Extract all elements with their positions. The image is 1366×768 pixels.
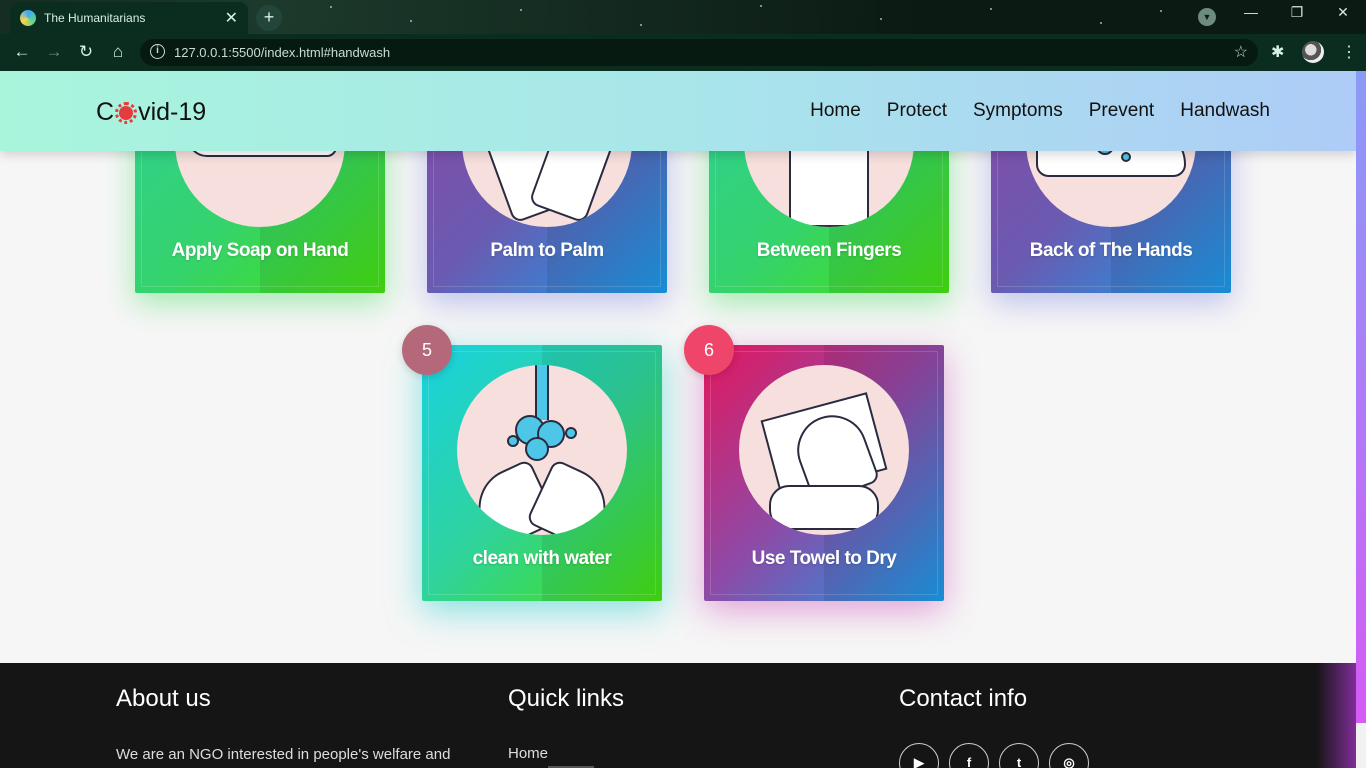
footer-about: About us We are an NGO interested in peo… xyxy=(116,685,456,765)
handwash-step-card: Use Towel to Dry xyxy=(704,345,944,601)
step-label: Apply Soap on Hand xyxy=(171,240,349,261)
twitter-icon[interactable]: t xyxy=(999,743,1039,768)
logo-suffix: vid-19 xyxy=(138,98,207,126)
browser-tab[interactable]: The Humanitarians ✕ xyxy=(10,2,248,34)
handwash-step-card: clean with water xyxy=(422,345,662,601)
step-label: Palm to Palm xyxy=(490,240,604,261)
nav-link-protect[interactable]: Protect xyxy=(887,100,947,122)
footer-glow xyxy=(1316,663,1356,768)
step-label: clean with water xyxy=(472,548,612,569)
footer-contact-title: Contact info xyxy=(899,685,1028,712)
step-label: Back of The Hands xyxy=(1029,240,1193,261)
footer-link-home[interactable]: Home xyxy=(508,745,624,762)
tab-close-icon[interactable]: ✕ xyxy=(225,8,238,28)
back-arrow-icon[interactable]: ← xyxy=(10,42,34,62)
footer-about-text: We are an NGO interested in people's wel… xyxy=(116,746,451,763)
footer-about-title: About us xyxy=(116,685,211,712)
site-footer: About us We are an NGO interested in peo… xyxy=(0,663,1356,768)
web-page: C vid-19 Home Protect Symptoms Prevent H… xyxy=(0,71,1356,768)
scrollbar-thumb[interactable] xyxy=(1356,71,1366,723)
main-nav: Home Protect Symptoms Prevent Handwash xyxy=(810,100,1270,122)
nav-link-symptoms[interactable]: Symptoms xyxy=(973,100,1063,122)
restore-button[interactable]: ❐ xyxy=(1282,4,1312,21)
site-favicon-icon xyxy=(20,10,36,26)
new-tab-button[interactable]: + xyxy=(256,5,282,31)
nav-link-prevent[interactable]: Prevent xyxy=(1089,100,1154,122)
footer-quick-links: Quick links Home xyxy=(508,685,624,768)
reload-icon[interactable]: ↻ xyxy=(74,42,98,62)
extensions-puzzle-icon[interactable]: ✱ xyxy=(1271,42,1284,62)
step-label: Use Towel to Dry xyxy=(751,548,897,569)
step-number-badge: 6 xyxy=(684,325,734,375)
step-label: Between Fingers xyxy=(756,240,902,261)
site-info-icon[interactable]: i xyxy=(150,44,165,59)
minimize-button[interactable]: — xyxy=(1236,4,1266,20)
browser-tab-strip: The Humanitarians ✕ + ▼ — ❐ ✕ xyxy=(0,0,1366,34)
url-text: 127.0.0.1:5500/index.html#handwash xyxy=(174,45,391,60)
virus-icon xyxy=(115,101,138,124)
footer-contact: Contact info ▶ f t ◎ xyxy=(899,685,1089,768)
browser-menu-icon[interactable]: ⋮ xyxy=(1341,42,1357,62)
facebook-icon[interactable]: f xyxy=(949,743,989,768)
bookmark-star-icon[interactable]: ☆ xyxy=(1234,42,1248,62)
window-close-button[interactable]: ✕ xyxy=(1328,4,1358,21)
forward-arrow-icon[interactable]: → xyxy=(42,42,66,62)
page-scrollbar[interactable] xyxy=(1356,71,1366,768)
profile-menu-icon[interactable]: ▼ xyxy=(1198,8,1216,26)
site-logo[interactable]: C vid-19 xyxy=(96,98,206,127)
social-links: ▶ f t ◎ xyxy=(899,743,1089,768)
address-bar[interactable]: i 127.0.0.1:5500/index.html#handwash ☆ xyxy=(140,39,1258,66)
towel-hands-icon xyxy=(739,365,909,535)
logo-prefix: C xyxy=(96,98,115,126)
tab-title: The Humanitarians xyxy=(44,11,146,25)
nav-link-home[interactable]: Home xyxy=(810,100,861,122)
step-number-badge: 5 xyxy=(402,325,452,375)
site-navbar: C vid-19 Home Protect Symptoms Prevent H… xyxy=(0,71,1356,151)
profile-avatar-icon[interactable] xyxy=(1302,41,1324,63)
instagram-icon[interactable]: ◎ xyxy=(1049,743,1089,768)
water-hands-icon xyxy=(457,365,627,535)
nav-link-handwash[interactable]: Handwash xyxy=(1180,100,1270,122)
home-icon[interactable]: ⌂ xyxy=(106,42,130,62)
footer-quick-title: Quick links xyxy=(508,685,625,712)
youtube-icon[interactable]: ▶ xyxy=(899,743,939,768)
